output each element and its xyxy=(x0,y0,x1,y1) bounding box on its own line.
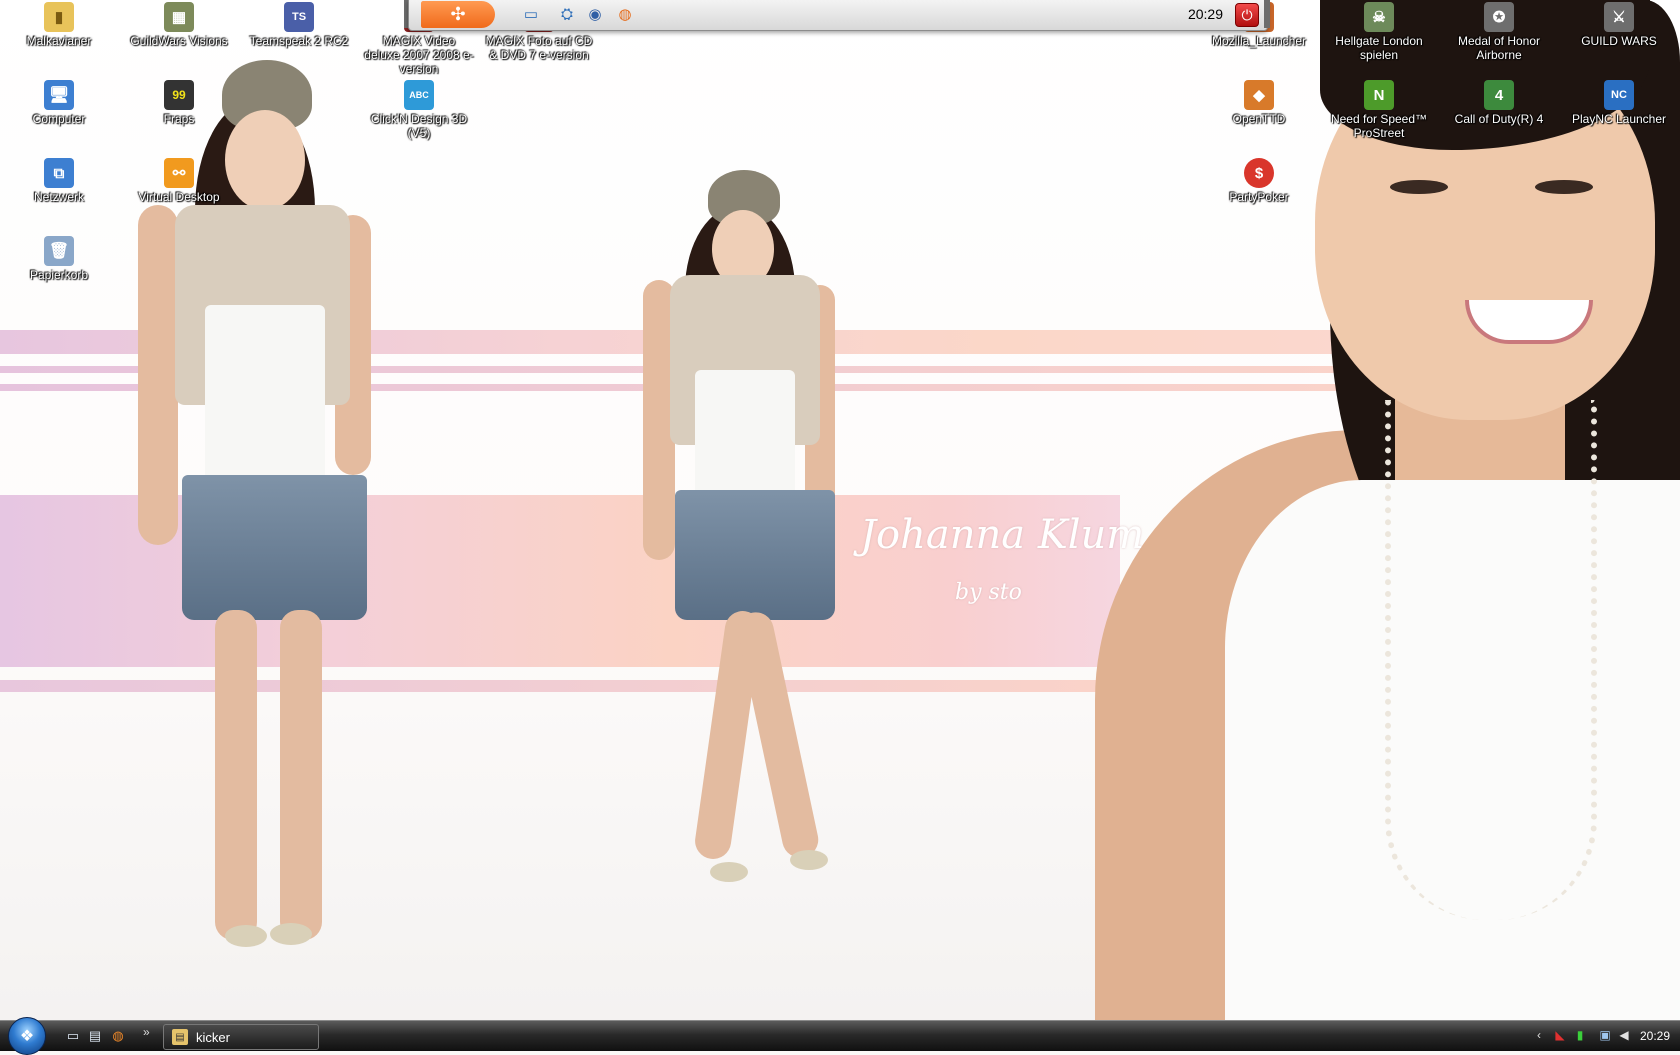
wallpaper-signature-by: by sto xyxy=(955,580,1022,605)
desktop-icon-cod4[interactable]: 4 Call of Duty(R) 4 xyxy=(1444,80,1554,126)
network-icon[interactable]: ⛭ xyxy=(555,3,579,25)
desktop-icon-label: MAGIX Foto auf CD & DVD 7 e-version xyxy=(485,34,593,62)
tray-expand-button[interactable]: ‹ xyxy=(1537,1028,1541,1042)
app-icon: ▤ xyxy=(172,1029,188,1045)
volume-icon[interactable]: ◀ xyxy=(1617,1028,1631,1042)
desktop-icon-malkavianer[interactable]: ▮ Malkavianer xyxy=(4,2,114,48)
desktop-icon-label: Teamspeak 2 RC2 xyxy=(249,34,349,48)
desktop-icon-label: Malkavianer xyxy=(26,34,92,48)
nfs-icon: N xyxy=(1364,80,1394,110)
desktop-icon-nfs-prostreet[interactable]: N Need for Speed™ ProStreet xyxy=(1324,80,1434,140)
teamspeak-icon: TS xyxy=(284,2,314,32)
desktop-icon-partypoker[interactable]: $ PartyPoker xyxy=(1204,158,1314,204)
desktop-icon-label: Call of Duty(R) 4 xyxy=(1454,112,1544,126)
hellgate-icon: ☠ xyxy=(1364,2,1394,32)
network-tray-icon[interactable]: ▣ xyxy=(1598,1028,1612,1042)
power-button[interactable]: ⏻ xyxy=(1235,3,1259,27)
plaync-icon: NC xyxy=(1604,80,1634,110)
firefox-icon[interactable]: ◍ xyxy=(613,3,637,25)
partypoker-icon: $ xyxy=(1244,158,1274,188)
clickndesign-icon: ABC xyxy=(404,80,434,110)
desktop-icon-label: Computer xyxy=(32,112,86,126)
taskbar: ❖ ▭ ▤ ◍ » ▤ kicker ‹ ◣ ▮ ▣ ◀ 20:29 xyxy=(0,1017,1680,1055)
dock-clock: 20:29 xyxy=(1187,6,1223,22)
guild-wars-icon: ⚔ xyxy=(1604,2,1634,32)
desktop-icon-label: MAGIX Video deluxe 2007 2008 e-version xyxy=(364,34,474,76)
network-icon: ⧉ xyxy=(44,158,74,188)
desktop-icon-papierkorb[interactable]: 🗑 Papierkorb xyxy=(4,236,114,282)
desktop-icon-label: Click'N Design 3D (V5) xyxy=(370,112,468,140)
show-desktop-icon[interactable]: ▭ xyxy=(64,1027,82,1045)
folder-icon: ▮ xyxy=(44,2,74,32)
desktop-icon-clickndesign[interactable]: ABC Click'N Design 3D (V5) xyxy=(364,80,474,140)
recycle-bin-icon: 🗑 xyxy=(44,236,74,266)
openttd-icon: ◆ xyxy=(1244,80,1274,110)
desktop-icon-netzwerk[interactable]: ⧉ Netzwerk xyxy=(4,158,114,204)
desktop-icon-computer[interactable]: 🖥 Computer xyxy=(4,80,114,126)
desktop-icon-medal-of-honor[interactable]: ✪ Medal of Honor Airborne xyxy=(1444,2,1554,62)
desktop-icon-label: Fraps xyxy=(163,112,195,126)
desktop-wallpaper: Johanna Klum by sto xyxy=(0,0,1680,1020)
desktop-icon-label: Medal of Honor Airborne xyxy=(1457,34,1541,62)
desktop-icon-label: Mozilla_Launcher xyxy=(1211,34,1307,48)
wallpaper-portrait xyxy=(1095,0,1680,1020)
desktop-icon-guild-wars[interactable]: ⚔ GUILD WARS xyxy=(1564,2,1674,48)
meter-icon[interactable]: ▮ xyxy=(1573,1028,1587,1042)
wallpaper-signature: Johanna Klum xyxy=(860,512,1145,558)
desktop-icon-hellgate[interactable]: ☠ Hellgate London spielen xyxy=(1324,2,1434,62)
cod4-icon: 4 xyxy=(1484,80,1514,110)
start-button[interactable]: ❖ xyxy=(8,1017,46,1055)
desktop-icon-label: OpenTTD xyxy=(1232,112,1286,126)
desktop-icon-label: Netzwerk xyxy=(33,190,84,204)
thunderbird-icon[interactable]: ◉ xyxy=(583,3,607,25)
computer-icon: 🖥 xyxy=(44,80,74,110)
antivirus-icon[interactable]: ◣ xyxy=(1553,1028,1567,1042)
desktop-icon-guildwars-visions[interactable]: ▦ GuildWars Visions xyxy=(124,2,234,48)
desktop-icon-label: PlayNC Launcher xyxy=(1571,112,1667,126)
task-button-kicker[interactable]: ▤ kicker xyxy=(163,1024,319,1050)
desktop-icon-teamspeak[interactable]: TS Teamspeak 2 RC2 xyxy=(244,2,354,48)
switch-windows-icon[interactable]: ▤ xyxy=(86,1027,104,1045)
desktop-icon-label: Papierkorb xyxy=(29,268,89,282)
task-button-label: kicker xyxy=(196,1029,230,1045)
dock-start-button[interactable]: ✣ xyxy=(421,1,495,28)
desktop-icon-label: Virtual Desktop xyxy=(138,190,220,204)
fraps-icon: 99 xyxy=(164,80,194,110)
taskbar-clock[interactable]: 20:29 xyxy=(1640,1029,1670,1043)
top-dock: ✣ ▭ ⛭ ◉ ◍ 20:29 ⏻ xyxy=(408,0,1268,31)
firefox-icon[interactable]: ◍ xyxy=(109,1027,127,1045)
desktop-icon-fraps[interactable]: 99 Fraps xyxy=(124,80,234,126)
desktop-icon-label: PartyPoker xyxy=(1229,190,1289,204)
dock-right-cap xyxy=(1264,0,1270,28)
desktop-icon-plaync[interactable]: NC PlayNC Launcher xyxy=(1564,80,1674,126)
desktop-icon-label: Need for Speed™ ProStreet xyxy=(1330,112,1428,140)
medal-of-honor-icon: ✪ xyxy=(1484,2,1514,32)
desktop-icon-label: GuildWars Visions xyxy=(130,34,228,48)
wallpaper-figure-middle xyxy=(640,170,860,900)
quick-launch-more-button[interactable]: » xyxy=(143,1025,150,1039)
desktop-icon-label: Hellgate London spielen xyxy=(1335,34,1423,62)
desktop-icon-virtual-desktop[interactable]: ⚯ Virtual Desktop xyxy=(124,158,234,204)
desktop-icon-openttd[interactable]: ◆ OpenTTD xyxy=(1204,80,1314,126)
desktop-icon-label: GUILD WARS xyxy=(1581,34,1657,48)
image-file-icon: ▦ xyxy=(164,2,194,32)
show-desktop-icon[interactable]: ▭ xyxy=(519,3,543,25)
virtual-desktop-icon: ⚯ xyxy=(164,158,194,188)
